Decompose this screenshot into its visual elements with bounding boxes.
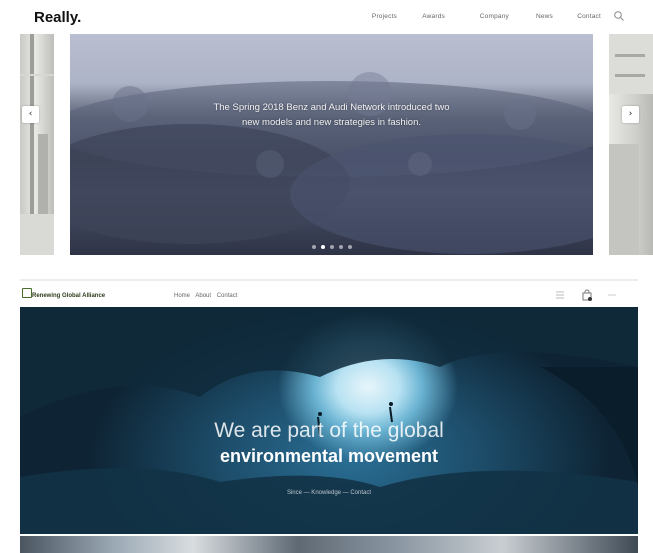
hero-subtitle: Since — Knowledge — Contact — [286, 490, 372, 496]
nav-link-home[interactable]: Home — [174, 293, 190, 299]
hero-carousel: The Spring 2018 Benz and Audi Network in… — [0, 34, 653, 255]
nav-link-company[interactable]: Company — [480, 13, 509, 20]
site1-header: Really. Projects Awards Company News Con… — [0, 0, 653, 34]
site2-header: Renewing Global Alliance Home About Cont… — [20, 285, 638, 307]
site1-logo[interactable]: Really. — [34, 9, 81, 26]
site2-nav: Home About Contact — [174, 293, 241, 299]
section-divider — [20, 279, 638, 281]
more-icon[interactable] — [606, 289, 618, 301]
carousel-active-slide[interactable]: The Spring 2018 Benz and Audi Network in… — [70, 34, 593, 255]
nav-link-news[interactable]: News — [536, 13, 553, 20]
hero-title-line2: environmental movement — [219, 446, 439, 466]
bag-icon[interactable] — [581, 289, 593, 301]
carousel-prev-button[interactable]: ‹ — [22, 106, 39, 123]
carousel-pagination — [70, 245, 593, 249]
nav-link-projects[interactable]: Projects — [372, 13, 397, 20]
interior-image — [609, 34, 653, 255]
environment-hero: We are part of the global environmental … — [20, 307, 638, 534]
nav-link-contact[interactable]: Contact — [217, 293, 238, 299]
chevron-right-icon: › — [628, 109, 633, 119]
carousel-next-button[interactable]: › — [622, 106, 639, 123]
hero-title-line1: We are part of the global — [214, 419, 444, 442]
interior-image — [20, 34, 54, 255]
menu-icon[interactable] — [554, 289, 566, 301]
site2-logo[interactable]: Renewing Global Alliance — [32, 293, 105, 299]
carousel-dot[interactable] — [329, 245, 334, 249]
leaf-logo-icon[interactable] — [22, 288, 32, 298]
carousel-prev-slide[interactable] — [20, 34, 54, 255]
search-icon[interactable] — [613, 10, 625, 22]
carousel-dot[interactable] — [338, 245, 343, 249]
carousel-dot[interactable] — [311, 245, 316, 249]
carousel-next-slide[interactable] — [609, 34, 653, 255]
nav-link-contact[interactable]: Contact — [577, 13, 601, 20]
hero-caption-line2: new models and new strategies in fashion… — [241, 117, 422, 128]
hero-caption-line1: The Spring 2018 Benz and Audi Network in… — [213, 102, 450, 113]
nav-link-about[interactable]: About — [195, 293, 211, 299]
blue-texture-image — [70, 72, 593, 254]
carousel-dot[interactable] — [320, 245, 325, 249]
nav-link-awards[interactable]: Awards — [422, 13, 445, 20]
carousel-dot[interactable] — [347, 245, 352, 249]
next-section-image — [20, 536, 638, 553]
chevron-left-icon: ‹ — [28, 109, 33, 119]
